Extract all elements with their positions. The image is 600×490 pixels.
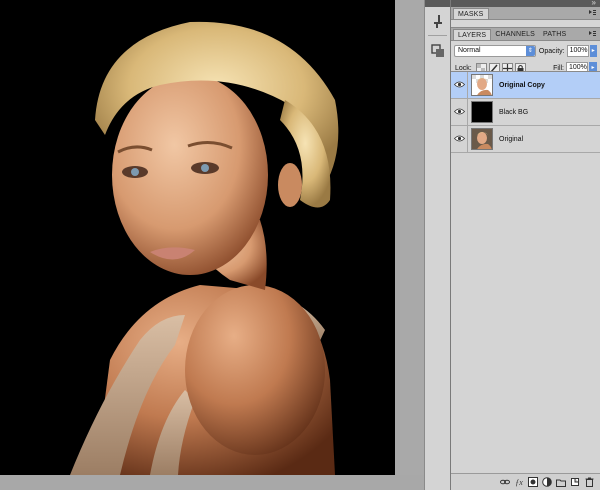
dock-header (425, 0, 450, 7)
masks-panel-body (451, 20, 600, 28)
layer-row-original-copy[interactable]: Original Copy (451, 71, 600, 99)
portrait-image (0, 0, 395, 475)
layer-thumbnail (471, 101, 493, 123)
link-layers-icon[interactable] (500, 477, 510, 487)
layers-controls: Normal ⇕ Opacity: 100% ▸ Lock: Fill: 100 (451, 41, 600, 75)
layer-thumbnail (471, 128, 493, 150)
layer-row-black-bg[interactable]: Black BG (451, 98, 600, 126)
eye-icon[interactable] (453, 108, 465, 117)
layer-thumbnail (471, 74, 493, 96)
panel-menu-icon[interactable] (588, 9, 597, 17)
layers-menu-icon[interactable] (588, 30, 597, 38)
trash-icon[interactable] (584, 477, 594, 487)
eye-icon[interactable] (453, 135, 465, 144)
clone-source-icon[interactable] (429, 42, 447, 60)
document-canvas[interactable] (0, 0, 395, 475)
blend-mode-value: Normal (458, 47, 481, 54)
layers-list: Original Copy Black BG Original (451, 71, 600, 473)
panel-header: » (451, 0, 600, 7)
new-layer-icon[interactable] (570, 477, 580, 487)
layers-panel-group: » MASKS LAYERS CHANNELS PATHS Normal ⇕ O… (450, 0, 600, 490)
panel-dock (424, 0, 450, 490)
chevron-down-icon: ⇕ (525, 46, 535, 56)
layer-row-original[interactable]: Original (451, 125, 600, 153)
layers-tab-bar: LAYERS CHANNELS PATHS (451, 28, 600, 41)
tab-layers[interactable]: LAYERS (453, 29, 492, 40)
collapse-icon[interactable]: » (592, 0, 596, 7)
layers-footer: ƒx (451, 473, 600, 490)
blend-mode-select[interactable]: Normal ⇕ (454, 45, 536, 57)
adjustment-layer-icon[interactable] (542, 477, 552, 487)
opacity-label: Opacity: (538, 47, 565, 55)
opacity-input[interactable]: 100% (566, 45, 589, 57)
tab-masks[interactable]: MASKS (453, 8, 489, 19)
dock-separator (428, 35, 447, 36)
brushes-icon[interactable] (429, 13, 447, 31)
layer-name[interactable]: Original Copy (499, 82, 545, 89)
layer-name[interactable]: Black BG (499, 109, 528, 116)
eye-icon[interactable] (453, 81, 465, 90)
fx-icon[interactable]: ƒx (514, 477, 524, 487)
add-mask-icon[interactable] (528, 477, 538, 487)
new-group-icon[interactable] (556, 477, 566, 487)
layer-name[interactable]: Original (499, 136, 523, 143)
tab-paths[interactable]: PATHS (539, 29, 570, 40)
masks-tab-bar: MASKS (451, 7, 600, 20)
tab-channels[interactable]: CHANNELS (491, 29, 539, 40)
status-bar (0, 475, 450, 490)
opacity-dropdown-icon[interactable]: ▸ (589, 45, 597, 57)
workspace-background (395, 0, 424, 475)
